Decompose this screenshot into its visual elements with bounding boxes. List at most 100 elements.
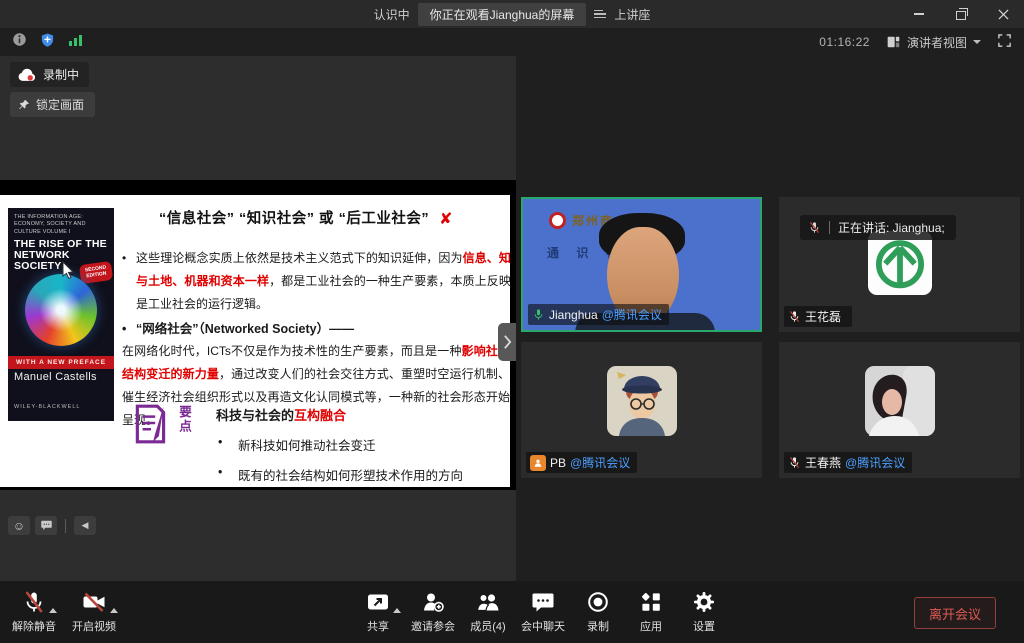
mic-muted-icon [788,310,801,323]
start-video-button[interactable]: 开启视频 [72,588,116,634]
maximize-button[interactable] [940,0,982,28]
members-label: 成员(4) [470,618,505,634]
meeting-info-icon[interactable] [12,32,27,52]
video-tile-pb[interactable]: PB @腾讯会议 [521,342,762,478]
close-icon [998,9,1009,20]
pin-icon [18,99,30,111]
mouse-cursor [62,261,75,279]
restore-icon [956,11,966,20]
share-screen-button[interactable]: 共享 [358,588,398,634]
meeting-title-right: 上讲座 [614,6,650,23]
apps-button[interactable]: 应用 [631,588,671,634]
members-button[interactable]: 成员(4) [468,588,508,634]
emoji-reaction-button[interactable]: ☺ [8,516,30,535]
smiley-icon: ☺ [13,519,25,533]
meeting-statusbar: 01:16:22 演讲者视图 [0,28,1024,56]
video-tile-jianghua[interactable]: 郑州商 通 识 名 家 Jianghua@腾讯会议 [521,197,762,332]
slide-bullet-2: “网络社会”（Networked Society）—— [122,318,510,341]
chevron-up-icon[interactable] [110,608,118,613]
mic-active-icon [532,308,545,321]
book-flower-art [25,274,97,346]
share-screen-icon [366,590,390,614]
slide-bullet-1: 这些理论概念实质上依然是技术主义范式下的知识延伸，因为信息、知识与土地、机器和资… [122,247,510,316]
chevron-down-icon [973,40,981,44]
chevron-up-icon[interactable] [393,608,401,613]
slide-letterbox: THE INFORMATION AGE: ECONOMY, SOCIETY AN… [0,180,516,490]
quick-chat-button[interactable] [35,516,57,535]
record-icon [586,590,610,614]
participant-name-badge: Jianghua @腾讯会议 [528,304,669,325]
book-author-text: Manuel Castells [14,371,97,383]
meeting-toolbar: 解除静音 开启视频 [0,581,1024,643]
video-tile-wanghualei[interactable]: 正在讲话: Jianghua; 王花磊 [779,197,1020,332]
record-button[interactable]: 录制 [578,588,618,634]
divider [829,221,830,234]
video-tile-wangchunyan[interactable]: 王春燕@腾讯会议 [779,342,1020,478]
leave-meeting-label: 离开会议 [929,604,981,623]
chevron-up-icon[interactable] [49,608,57,613]
participant-name-badge: 王春燕@腾讯会议 [784,452,912,473]
chat-button[interactable]: 会中聊天 [521,588,565,634]
leave-meeting-button[interactable]: 离开会议 [914,597,996,629]
fullscreen-button[interactable] [997,33,1012,51]
meeting-window: 认识中 你正在观看Jianghua的屏幕 上讲座 01:1 [0,0,1024,643]
participant-org: @腾讯会议 [845,454,905,471]
settings-label: 设置 [693,618,715,634]
speaking-indicator: 正在讲话: Jianghua; [800,215,956,240]
slide-title-text: “信息社会” “知识社会” 或 “后工业社会” [159,211,429,227]
meeting-timer: 01:16:22 [819,35,870,49]
lock-screen-button[interactable]: 锁定画面 [10,92,95,117]
close-button[interactable] [982,0,1024,28]
keypoint-block: 要点 科技与社会的互构融合 新科技如何推动社会变迁 既有的社会结构如何形塑技术作… [133,403,463,484]
participant-org: @腾讯会议 [570,454,630,471]
participant-name: 王花磊 [805,308,841,325]
view-mode-button[interactable]: 演讲者视图 [886,34,981,51]
participants-panel: 郑州商 通 识 名 家 Jianghua@腾讯会议 [516,56,1024,581]
settings-button[interactable]: 设置 [684,588,724,634]
unmute-button[interactable]: 解除静音 [12,588,56,634]
invite-person-icon [421,590,445,614]
red-cross-mark: ✘ [439,211,453,228]
mobile-user-icon [530,455,546,471]
recording-label: 录制中 [43,66,79,83]
keypoint-title: 科技与社会的互构融合 [216,405,463,424]
watching-screen-banner: 你正在观看Jianghua的屏幕 [418,3,587,26]
recording-indicator[interactable]: 录制中 [10,62,89,87]
book-publisher-text: WILEY-BLACKWELL [14,404,80,410]
chat-bubble-icon [40,520,53,531]
chat-label: 会中聊天 [521,618,565,634]
fullscreen-icon [997,33,1012,48]
chat-icon [531,590,555,614]
participant-org: @腾讯会议 [602,306,662,323]
participant-name: Jianghua [549,308,598,322]
paragraph-text: 在网络化时代，ICTs不仅是作为技术性的生产要素，而且是一种 [122,344,462,358]
keypoint-bullet-1: 新科技如何推动社会变迁 [216,435,463,454]
meeting-title-left: 认识中 [374,6,410,23]
avatar [607,366,677,441]
participant-name: PB [550,456,566,470]
reaction-toolbar: ☺ ◀ [8,516,96,535]
collapse-toolbar-button[interactable]: ◀ [74,516,96,535]
list-icon [594,10,606,19]
invite-label: 邀请参会 [411,618,455,634]
chevron-right-icon [503,334,512,350]
mic-muted-icon [788,456,801,469]
security-shield-icon[interactable] [40,32,55,53]
university-logo [549,212,566,229]
members-icon [475,590,501,614]
lock-screen-label: 锁定画面 [36,96,84,113]
network-signal-icon[interactable] [68,33,84,52]
arrow-left-icon: ◀ [82,520,89,531]
unmute-label: 解除静音 [12,618,56,634]
view-mode-label: 演讲者视图 [907,34,967,51]
panel-collapse-handle[interactable] [498,323,516,361]
share-label: 共享 [367,618,389,634]
apps-grid-icon [639,590,663,614]
notes-pen-icon [133,403,169,445]
invite-button[interactable]: 邀请参会 [411,588,455,634]
book-cover: THE INFORMATION AGE: ECONOMY, SOCIETY AN… [8,208,114,421]
bullet1-text: 这些理论概念实质上依然是技术主义范式下的知识延伸，因为 [136,251,463,265]
apps-label: 应用 [640,618,662,634]
slide-title: “信息社会” “知识社会” 或 “后工业社会” ✘ [126,207,486,229]
minimize-button[interactable] [898,0,940,28]
